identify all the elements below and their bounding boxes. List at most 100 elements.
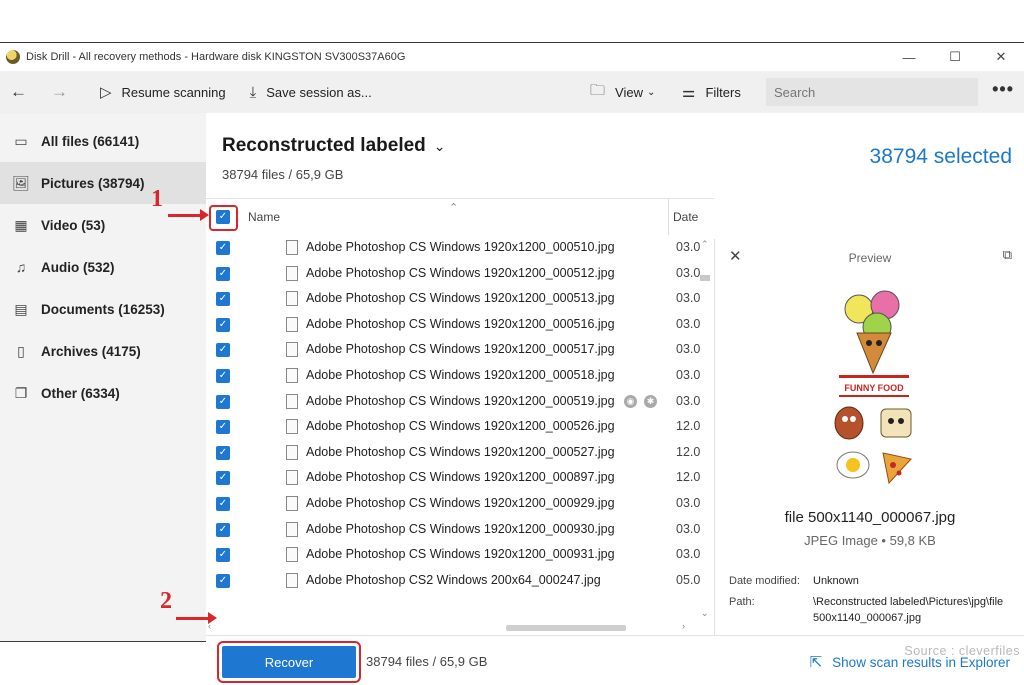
row-checkbox[interactable]: ✓: [216, 445, 230, 460]
table-row[interactable]: ✓ Adobe Photoshop CS Windows 1920x1200_00…: [206, 389, 714, 415]
image-file-icon: [286, 495, 298, 511]
table-row[interactable]: ✓ Adobe Photoshop CS Windows 1920x1200_00…: [206, 491, 714, 517]
image-file-icon: [286, 265, 298, 281]
app-window: Disk Drill - All recovery methods - Hard…: [0, 42, 1024, 685]
row-checkbox[interactable]: ✓: [216, 496, 230, 511]
row-checkbox[interactable]: ✓: [216, 343, 230, 358]
sidebar-item-label: Video (53): [41, 217, 106, 233]
table-row[interactable]: ✓ Adobe Photoshop CS Windows 1920x1200_00…: [206, 414, 714, 440]
close-window-button[interactable]: ✕: [978, 43, 1024, 71]
scroll-right-icon[interactable]: ›: [682, 621, 685, 631]
file-name-cell: Adobe Photoshop CS Windows 1920x1200_000…: [306, 495, 615, 510]
sidebar-item-pictures[interactable]: 🖼 Pictures (38794): [0, 162, 206, 204]
horizontal-scrollbar[interactable]: ‹ ›: [206, 621, 714, 635]
eye-icon[interactable]: ◉: [624, 394, 637, 408]
date-cell: 05.0: [676, 572, 701, 587]
sidebar-item-label: Pictures (38794): [41, 175, 145, 191]
view-button[interactable]: 🗀 View ⌄: [580, 71, 665, 113]
table-row[interactable]: ✓ Adobe Photoshop CS Windows 1920x1200_00…: [206, 517, 714, 543]
row-checkbox[interactable]: ✓: [216, 394, 230, 409]
row-checkbox[interactable]: ✓: [216, 292, 230, 307]
filters-button[interactable]: ⚌ Filters: [672, 71, 751, 113]
row-checkbox[interactable]: ✓: [216, 241, 230, 255]
table-row[interactable]: ✓ Adobe Photoshop CS Windows 1920x1200_00…: [206, 465, 714, 491]
row-checkbox[interactable]: ✓: [216, 522, 230, 537]
preview-panel: ✕ Preview ⧉ FUNNY FOOD file 500x1140_000…: [714, 239, 1024, 635]
table-row[interactable]: ✓ Adobe Photoshop CS Windows 1920x1200_00…: [206, 337, 714, 363]
results-title-dropdown[interactable]: Reconstructed labeled ⌄: [222, 135, 446, 157]
scrollbar-thumb[interactable]: [506, 625, 626, 631]
row-checkbox[interactable]: ✓: [216, 471, 230, 486]
path-value: \Reconstructed labeled\Pictures\jpg\file…: [813, 596, 1004, 624]
row-checkbox[interactable]: ✓: [216, 548, 230, 563]
sliders-icon: ⚌: [682, 84, 696, 101]
copy-icon[interactable]: ⧉: [1003, 247, 1012, 263]
column-header-date[interactable]: Date: [668, 199, 698, 235]
annotation-arrow-2: [176, 612, 217, 624]
other-files-icon: ❐: [14, 384, 28, 401]
sidebar-item-label: All files (66141): [41, 133, 140, 149]
recover-file-icon[interactable]: ✱: [644, 394, 657, 408]
play-icon: ▷: [100, 84, 112, 101]
sidebar-item-other[interactable]: ❐ Other (6334): [0, 372, 206, 414]
table-row[interactable]: ✓ Adobe Photoshop CS Windows 1920x1200_00…: [206, 312, 714, 338]
date-cell: 03.0: [676, 367, 701, 382]
file-name-cell: Adobe Photoshop CS Windows 1920x1200_000…: [306, 342, 615, 357]
image-file-icon: [286, 572, 298, 588]
row-checkbox[interactable]: ✓: [216, 573, 230, 588]
image-file-icon: [286, 342, 298, 358]
row-checkbox[interactable]: ✓: [216, 368, 230, 383]
table-row[interactable]: ✓ Adobe Photoshop CS Windows 1920x1200_00…: [206, 235, 714, 261]
forward-button[interactable]: →: [37, 71, 78, 113]
toolbar: ← → ▷ Resume scanning ⤓ Save session as.…: [0, 71, 1024, 113]
music-note-icon: ♫: [15, 259, 27, 275]
minimize-button[interactable]: —: [886, 43, 932, 71]
column-header-name[interactable]: Name: [248, 210, 280, 224]
file-name-cell: Adobe Photoshop CS Windows 1920x1200_000…: [306, 240, 615, 254]
scroll-up-icon[interactable]: ⌃: [701, 239, 709, 250]
preview-file-name: file 500x1140_000067.jpg: [784, 509, 956, 526]
row-checkbox[interactable]: ✓: [216, 317, 230, 332]
sidebar-item-documents[interactable]: ▤ Documents (16253): [0, 288, 206, 330]
save-session-button[interactable]: ⤓ Save session as...: [236, 71, 382, 113]
date-cell: 12.0: [676, 419, 701, 434]
table-row[interactable]: ✓ Adobe Photoshop CS Windows 1920x1200_00…: [206, 363, 714, 389]
results-summary: 38794 files / 65,9 GB: [222, 167, 344, 182]
back-button[interactable]: ←: [0, 71, 37, 113]
sidebar-item-video[interactable]: ▦ Video (53): [0, 204, 206, 246]
recover-button[interactable]: Recover: [222, 646, 356, 678]
resume-scanning-button[interactable]: ▷ Resume scanning: [78, 71, 236, 113]
results-header: Reconstructed labeled ⌄ 38794 files / 65,…: [206, 113, 1024, 197]
scroll-down-icon[interactable]: ⌄: [701, 608, 709, 619]
annotation-marker-1: 1: [151, 186, 163, 212]
preview-title: Preview: [848, 251, 892, 265]
vertical-scrollbar[interactable]: ⌃ ⌄: [698, 239, 712, 619]
sidebar-item-audio[interactable]: ♫ Audio (532): [0, 246, 206, 288]
table-row[interactable]: ✓ Adobe Photoshop CS2 Windows 200x64_0002…: [206, 568, 714, 594]
sidebar-item-archives[interactable]: ▯ Archives (4175): [0, 330, 206, 372]
date-modified-value: Unknown: [813, 575, 859, 587]
file-list: ✓ ⌃ Name Date ✓ Adobe Photoshop CS Window…: [206, 198, 714, 594]
list-header: ✓ ⌃ Name Date: [206, 199, 714, 235]
row-checkbox[interactable]: ✓: [216, 266, 230, 281]
image-file-icon: [286, 521, 298, 537]
row-checkbox[interactable]: ✓: [216, 420, 230, 435]
arrow-left-icon: ←: [10, 82, 27, 101]
table-row[interactable]: ✓ Adobe Photoshop CS Windows 1920x1200_00…: [206, 261, 714, 287]
table-row[interactable]: ✓ Adobe Photoshop CS Windows 1920x1200_00…: [206, 286, 714, 312]
maximize-button[interactable]: ☐: [932, 43, 978, 71]
chevron-down-icon: ⌄: [433, 138, 446, 154]
date-cell: 12.0: [676, 444, 701, 459]
more-options-button[interactable]: •••: [992, 79, 1014, 100]
search-input[interactable]: [766, 78, 978, 106]
preview-image-caption: FUNNY FOOD: [844, 383, 904, 393]
preview-file-type: JPEG Image • 59,8 KB: [804, 533, 936, 548]
sidebar-item-all-files[interactable]: ▭ All files (66141): [0, 120, 206, 162]
sidebar-item-label: Archives (4175): [41, 343, 141, 359]
scrollbar-thumb[interactable]: [700, 275, 710, 281]
table-row[interactable]: ✓ Adobe Photoshop CS Windows 1920x1200_00…: [206, 440, 714, 466]
table-row[interactable]: ✓ Adobe Photoshop CS Windows 1920x1200_00…: [206, 542, 714, 568]
date-cell: 03.0: [676, 342, 701, 357]
date-cell: 03.0: [676, 316, 701, 331]
app-logo-icon: [6, 50, 20, 64]
